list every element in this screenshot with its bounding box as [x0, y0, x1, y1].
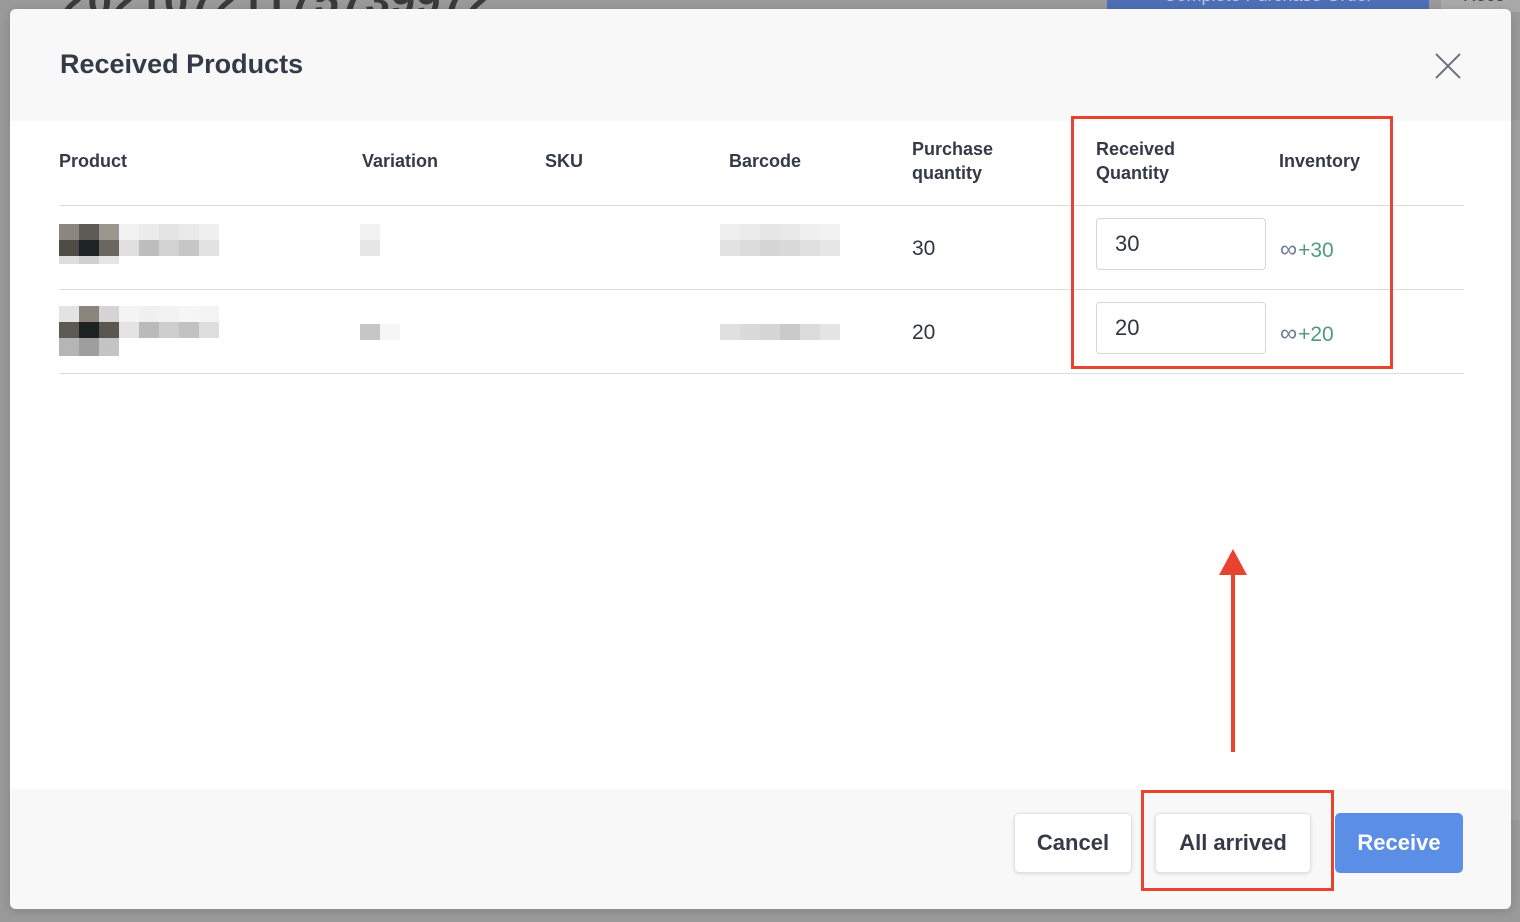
highlight-box-received-inventory — [1071, 116, 1393, 369]
background-side-strip — [1511, 120, 1520, 820]
header-barcode: Barcode — [729, 151, 802, 171]
annotation-arrow-line — [1231, 568, 1235, 752]
receive-button[interactable]: Receive — [1335, 813, 1463, 873]
highlight-box-all-arrived — [1141, 790, 1334, 891]
modal-title: Received Products — [60, 49, 304, 79]
cancel-button[interactable]: Cancel — [1014, 813, 1132, 873]
header-variation: Variation — [362, 151, 439, 171]
close-icon[interactable] — [1434, 51, 1462, 79]
header-purchase-quantity: Purchase quantity — [912, 139, 994, 183]
header-product: Product — [59, 151, 128, 171]
purchase-quantity-value: 20 — [912, 321, 936, 344]
header-sku: SKU — [545, 151, 584, 171]
modal-header: Received Products — [10, 9, 1511, 121]
purchase-quantity-value: 30 — [912, 237, 936, 260]
